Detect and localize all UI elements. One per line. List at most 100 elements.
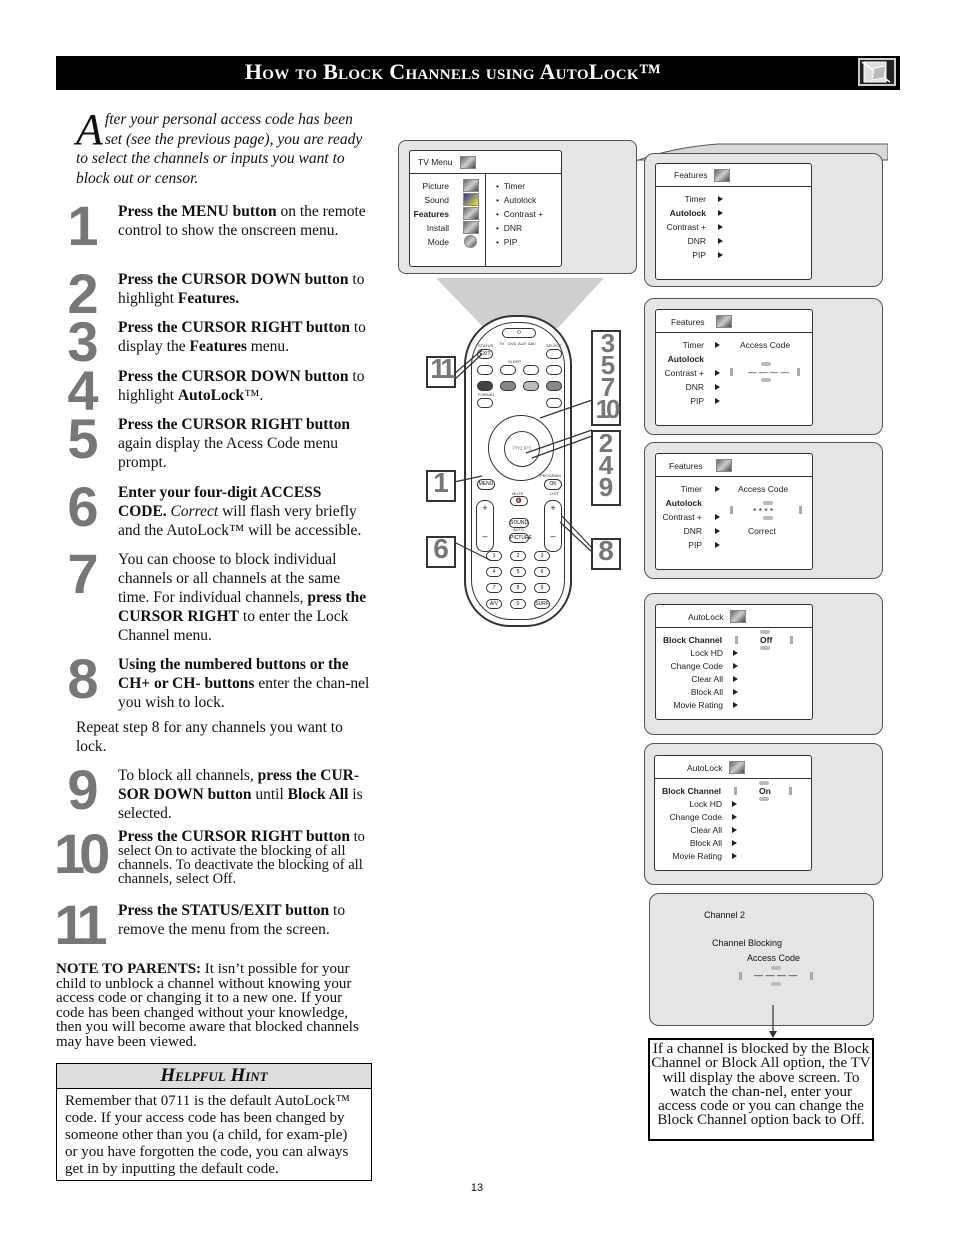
menu-item-autolock[interactable]: Autolock <box>670 208 706 218</box>
menu-item-movie-rating[interactable]: Movie Rating <box>672 851 722 861</box>
callout-step-11: 11 <box>426 355 456 388</box>
menu-item-dnr[interactable]: DNR <box>688 236 706 246</box>
step-text: Using the numbered buttons or the CH+ or… <box>118 655 372 712</box>
step-number: 9 <box>67 758 98 821</box>
nav-up-icon <box>761 362 771 366</box>
callout-step-8: 8 <box>591 537 621 570</box>
features-icon <box>463 207 479 220</box>
menu-item-contrast[interactable]: Contrast + <box>665 368 704 378</box>
menu-item-pip[interactable]: PIP <box>692 250 706 260</box>
step-text: Enter your four-digit ACCESS CODE. Corre… <box>118 483 372 540</box>
picture-icon <box>463 179 479 192</box>
callout-step-1: 1 <box>426 469 456 502</box>
arrow-right-icon <box>718 238 723 244</box>
menu-item-contrast[interactable]: Contrast + <box>663 512 702 522</box>
tv-menu-icon <box>460 156 476 169</box>
tv-menu-screen: TV Menu Picture Sound Features Install M… <box>409 150 562 267</box>
menu-item-picture[interactable]: Picture <box>423 181 449 191</box>
digit-0-button[interactable]: 0 <box>510 599 526 609</box>
page-title: How to Block Channels using AutoLock™ <box>244 59 662 84</box>
menu-item-autolock[interactable]: Autolock <box>668 354 704 364</box>
autolock-panel-off: AutoLock Block Channel Lock HD Change Co… <box>644 593 883 735</box>
menu-item-block-channel[interactable]: Block Channel <box>663 635 722 645</box>
autolock-icon <box>729 761 745 774</box>
nav-right-icon <box>799 506 802 514</box>
step-5: 5 Press the CURSOR RIGHT button again di… <box>67 411 372 472</box>
step-bold: Block All <box>287 786 349 803</box>
step-text: You can choose to block individual chann… <box>118 550 372 645</box>
menu-item-install[interactable]: Install <box>427 223 449 233</box>
step-4: 4 Press the CURSOR DOWN button to highli… <box>67 363 372 419</box>
step-8: 8 Using the numbered buttons or the CH+ … <box>67 651 372 712</box>
title-bar: How to Block Channels using AutoLock™ <box>56 56 900 90</box>
digit-7-button[interactable]: 7 <box>486 583 502 593</box>
step-number: 5 <box>67 407 98 470</box>
menu-item-dnr[interactable]: DNR <box>686 382 704 392</box>
features-panel-3: Features Timer Autolock Contrast + DNR P… <box>644 442 883 579</box>
screen-header: TV Menu <box>410 151 561 174</box>
menu-item-clear-all[interactable]: Clear All <box>690 825 722 835</box>
menu-item-block-channel[interactable]: Block Channel <box>662 786 721 796</box>
menu-item-sound[interactable]: Sound <box>424 195 449 205</box>
arrow-right-icon <box>715 528 720 534</box>
menu-item-contrast[interactable]: Contrast + <box>667 222 706 232</box>
menu-item-block-all[interactable]: Block All <box>690 838 722 848</box>
menu-item-change-code[interactable]: Change Code <box>670 812 722 822</box>
digit-8-button[interactable]: 8 <box>510 583 526 593</box>
step-number: 8 <box>67 647 98 710</box>
menu-item-timer[interactable]: Timer <box>681 484 702 494</box>
step-text: Press the CURSOR DOWN button to highligh… <box>118 270 372 308</box>
surf-button[interactable]: SURF <box>534 599 550 609</box>
screen-header: Features <box>656 454 812 477</box>
arrow-right-icon <box>732 840 737 846</box>
digit-9-button[interactable]: 9 <box>534 583 550 593</box>
menu-item-block-all[interactable]: Block All <box>691 687 723 697</box>
channel-label: Channel 2 <box>704 910 746 920</box>
step-number: 11 <box>54 893 107 956</box>
menu-item-pip[interactable]: PIP <box>690 396 704 406</box>
access-code-input[interactable]: * * * * <box>753 506 773 516</box>
submenu-item: • Timer <box>496 181 526 191</box>
av-button[interactable]: A/V <box>486 599 502 609</box>
step-2: 2 Press the CURSOR DOWN button to highli… <box>67 266 372 322</box>
nav-down-icon <box>760 646 770 650</box>
block-channel-value[interactable]: Off <box>760 635 772 645</box>
nav-right-icon <box>790 636 793 644</box>
step-11: 11 Press the STATUS/EXIT button to remov… <box>54 897 372 953</box>
arrow-right-icon <box>733 676 738 682</box>
screen-title: Features <box>671 317 705 327</box>
menu-item-pip[interactable]: PIP <box>688 540 702 550</box>
autolock-panel-on: AutoLock Block Channel Lock HD Change Co… <box>644 743 883 885</box>
helpful-hint-box: Helpful Hint Remember that 0711 is the d… <box>56 1063 372 1181</box>
access-code-input[interactable]: — — — — <box>754 970 798 980</box>
callout-steps-2-4-9: 2 4 9 <box>591 430 621 506</box>
menu-item-clear-all[interactable]: Clear All <box>691 674 723 684</box>
access-code-input[interactable]: — — — — <box>748 367 789 377</box>
screen-header: AutoLock <box>656 605 812 628</box>
menu-item-mode[interactable]: Mode <box>428 237 449 247</box>
arrow-right-icon <box>733 689 738 695</box>
step-number: 10 <box>54 822 110 885</box>
menu-item-timer[interactable]: Timer <box>683 340 704 350</box>
menu-item-change-code[interactable]: Change Code <box>671 661 723 671</box>
nav-left-icon <box>735 636 738 644</box>
arrow-right-icon <box>715 370 720 376</box>
arrow-right-icon <box>733 702 738 708</box>
nav-down-icon <box>759 797 769 801</box>
tv-menu-panel: TV Menu Picture Sound Features Install M… <box>398 140 637 274</box>
features-icon <box>716 315 732 328</box>
features-icon <box>714 169 730 182</box>
block-channel-value[interactable]: On <box>759 786 771 796</box>
arrow-right-icon <box>733 650 738 656</box>
menu-item-dnr[interactable]: DNR <box>684 526 702 536</box>
menu-item-features[interactable]: Features <box>414 209 449 219</box>
arrow-right-icon <box>715 486 720 492</box>
menu-item-movie-rating[interactable]: Movie Rating <box>673 700 723 710</box>
nav-up-icon <box>760 630 770 634</box>
menu-item-timer[interactable]: Timer <box>685 194 706 204</box>
menu-item-autolock[interactable]: Autolock <box>666 498 702 508</box>
menu-item-lock-hd[interactable]: Lock HD <box>690 648 723 658</box>
menu-item-lock-hd[interactable]: Lock HD <box>689 799 722 809</box>
nav-right-icon <box>797 368 800 376</box>
features-icon <box>716 459 732 472</box>
